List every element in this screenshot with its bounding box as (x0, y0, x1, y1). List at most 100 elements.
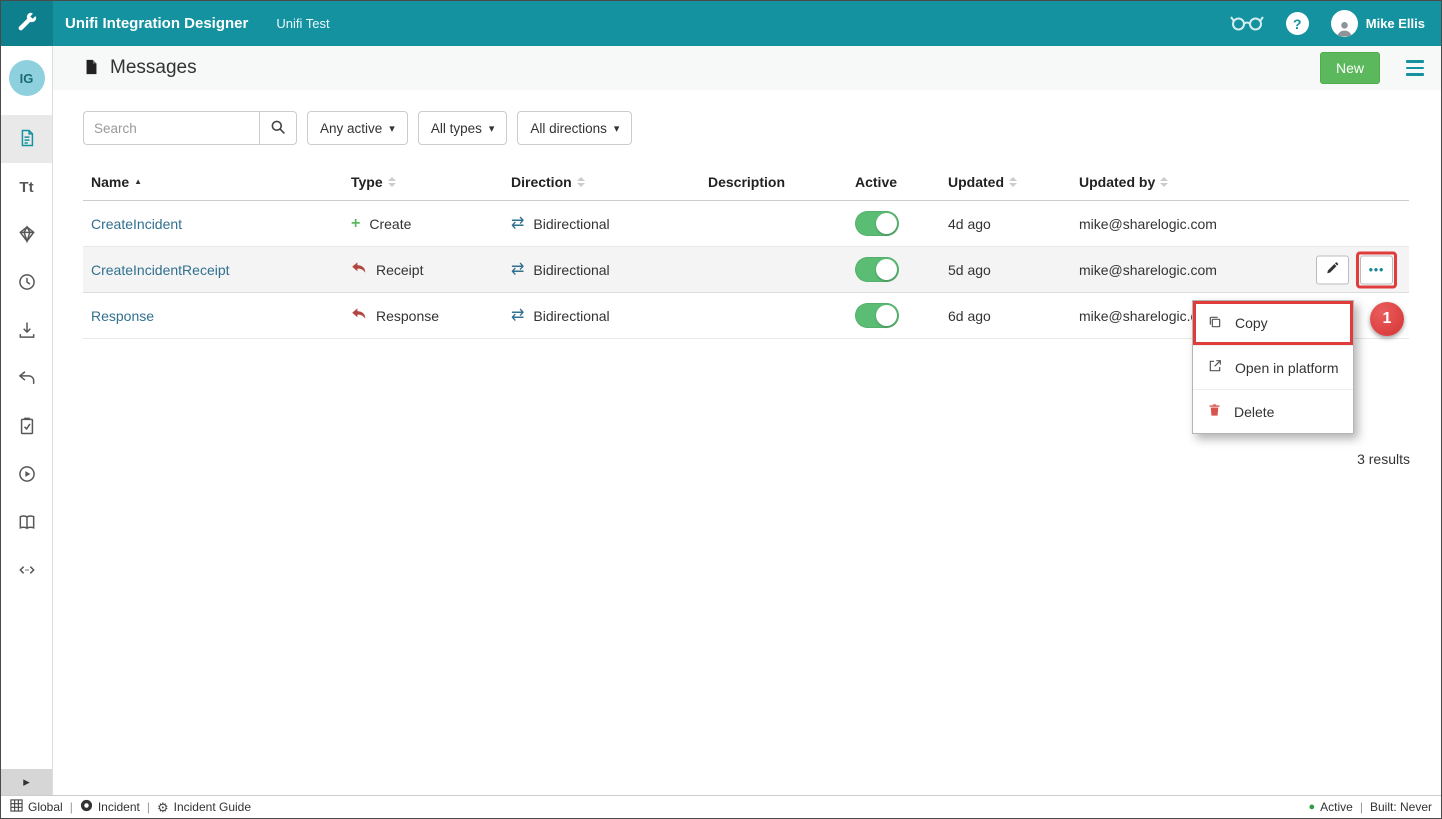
workspace-avatar[interactable]: IG (9, 60, 45, 96)
gem-icon (17, 224, 37, 247)
column-header-description[interactable]: Description (700, 174, 847, 190)
sort-icon (1009, 177, 1017, 187)
sidebar-item-integrations[interactable] (1, 211, 52, 259)
context-incident[interactable]: Incident (80, 799, 140, 815)
trash-icon (1207, 402, 1222, 421)
book-icon (17, 512, 37, 535)
glasses-icon[interactable] (1230, 13, 1264, 34)
row-actions: ••• (1316, 251, 1397, 288)
column-header-updated-by[interactable]: Updated by (1071, 174, 1409, 190)
help-icon[interactable]: ? (1286, 12, 1309, 35)
user-avatar-icon (1331, 10, 1358, 37)
message-name-link[interactable]: CreateIncident (91, 216, 182, 232)
sidebar-item-responses[interactable] (1, 355, 52, 403)
status-active: ● Active (1309, 800, 1353, 814)
sidebar-item-import[interactable] (1, 307, 52, 355)
user-menu[interactable]: Mike Ellis (1331, 10, 1425, 37)
chevron-down-icon: ▾ (614, 122, 620, 135)
incident-icon (80, 799, 93, 815)
active-toggle[interactable] (855, 303, 899, 328)
plus-icon: + (351, 216, 360, 232)
sidebar-item-docs[interactable] (1, 499, 52, 547)
response-reply-icon (351, 307, 367, 324)
sidebar-item-messages[interactable] (1, 115, 52, 163)
message-name-link[interactable]: Response (91, 308, 154, 324)
menu-icon[interactable] (1404, 56, 1426, 80)
new-button[interactable]: New (1320, 52, 1380, 84)
chevron-down-icon: ▾ (389, 122, 395, 135)
sidebar: IG Tt (1, 46, 53, 795)
clipboard-check-icon (17, 416, 37, 439)
bidirectional-icon: ⇄ (511, 216, 524, 232)
menu-item-copy[interactable]: Copy (1193, 301, 1353, 345)
sidebar-nav: Tt (1, 115, 52, 595)
annotation-step-badge: 1 (1370, 302, 1404, 336)
scope-global[interactable]: Global (10, 799, 63, 815)
context-menu: Copy Open in platform Delete (1192, 300, 1354, 434)
column-header-updated[interactable]: Updated (940, 174, 1071, 190)
copy-icon (1207, 314, 1223, 333)
external-link-icon (1207, 358, 1223, 377)
reply-arrow-icon (17, 368, 37, 391)
edit-button[interactable] (1316, 255, 1349, 284)
filter-bar: Any active ▾ All types ▾ All directions … (83, 111, 1441, 145)
app-logo[interactable] (1, 1, 53, 46)
sidebar-item-history[interactable] (1, 259, 52, 307)
text-icon: Tt (19, 179, 33, 196)
app-window: Unifi Integration Designer Unifi Test ? … (0, 0, 1442, 819)
search-button[interactable] (259, 111, 297, 145)
bidirectional-icon: ⇄ (511, 308, 524, 324)
sidebar-item-fields[interactable]: Tt (1, 163, 52, 211)
sidebar-item-api[interactable] (1, 547, 52, 595)
download-icon (17, 320, 37, 343)
active-toggle[interactable] (855, 257, 899, 282)
menu-item-open-in-platform[interactable]: Open in platform (1193, 345, 1353, 389)
chevron-right-icon: ▸ (23, 774, 30, 790)
document-icon (17, 128, 37, 151)
search-input[interactable] (83, 111, 259, 145)
column-header-type[interactable]: Type (343, 174, 503, 190)
sidebar-collapse-toggle[interactable]: ▸ (1, 769, 52, 795)
user-name: Mike Ellis (1366, 16, 1425, 31)
bidirectional-icon: ⇄ (511, 262, 524, 278)
table-row: CreateIncidentReceipt Receipt ⇄ Bidirect… (83, 247, 1409, 293)
column-header-direction[interactable]: Direction (503, 174, 700, 190)
search-icon (270, 119, 286, 138)
statusbar: Global | Incident | ⚙ Incident Guide ● A… (1, 795, 1441, 818)
page-title: Messages (110, 57, 197, 79)
environment-name[interactable]: Unifi Test (276, 16, 329, 31)
sidebar-item-tasks[interactable] (1, 403, 52, 451)
wrench-icon (16, 11, 38, 36)
more-actions-button[interactable]: ••• (1360, 255, 1393, 284)
sort-icon (577, 177, 585, 187)
code-icon (17, 560, 37, 583)
sort-asc-icon: ▲ (134, 177, 142, 186)
gear-icon: ⚙ (157, 801, 169, 814)
active-filter-dropdown[interactable]: Any active ▾ (307, 111, 408, 145)
menu-item-delete[interactable]: Delete (1193, 389, 1353, 433)
receipt-reply-icon (351, 261, 367, 278)
direction-filter-dropdown[interactable]: All directions ▾ (517, 111, 632, 145)
built-status: Built: Never (1370, 800, 1432, 814)
sort-icon (1160, 177, 1168, 187)
page-header: Messages New (53, 46, 1441, 90)
messages-icon (83, 57, 100, 80)
message-name-link[interactable]: CreateIncidentReceipt (91, 262, 230, 278)
column-header-active[interactable]: Active (847, 174, 940, 190)
type-filter-dropdown[interactable]: All types ▾ (418, 111, 508, 145)
annotation-highlight-box: ••• (1356, 251, 1397, 288)
ellipsis-icon: ••• (1365, 264, 1389, 276)
results-count: 3 results (1357, 451, 1410, 467)
grid-icon (10, 799, 23, 815)
app-title: Unifi Integration Designer (65, 15, 248, 32)
status-dot-icon: ● (1309, 802, 1316, 813)
column-header-name[interactable]: Name ▲ (83, 174, 343, 190)
active-toggle[interactable] (855, 211, 899, 236)
history-clock-icon (17, 272, 37, 295)
topbar: Unifi Integration Designer Unifi Test ? … (1, 1, 1441, 46)
play-circle-icon (17, 464, 37, 487)
sidebar-item-run[interactable] (1, 451, 52, 499)
table-row: CreateIncident + Create ⇄ Bidirectional … (83, 201, 1409, 247)
context-incident-guide[interactable]: ⚙ Incident Guide (157, 800, 251, 814)
chevron-down-icon: ▾ (489, 122, 495, 135)
